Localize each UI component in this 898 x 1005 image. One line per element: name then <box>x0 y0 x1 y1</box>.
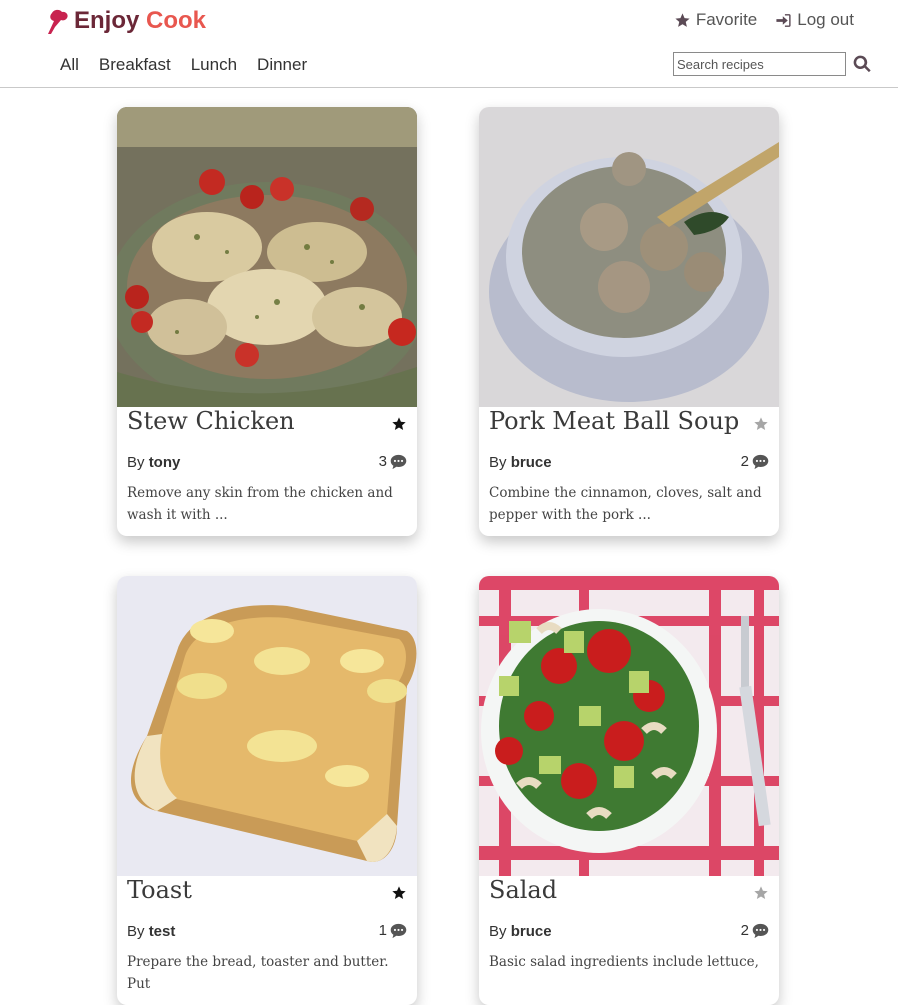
by-label: By <box>489 454 507 471</box>
recipe-image <box>117 107 417 407</box>
search-form <box>673 52 872 76</box>
star-icon-outline <box>754 417 768 430</box>
favorite-star-button[interactable] <box>391 416 407 432</box>
favorite-link[interactable]: Favorite <box>674 10 757 30</box>
comment-count-value: 1 <box>378 922 387 939</box>
brand-name-part2: Cook <box>146 7 207 34</box>
author-name[interactable]: tony <box>149 454 181 471</box>
comment-icon <box>390 923 407 938</box>
brand-name-part1: Enjoy <box>74 7 140 34</box>
category-nav: All Breakfast Lunch Dinner <box>60 55 307 75</box>
logout-label: Log out <box>797 10 854 29</box>
comment-count[interactable]: 1 <box>379 922 407 939</box>
nav-item-breakfast[interactable]: Breakfast <box>99 55 171 75</box>
recipe-image <box>117 576 417 876</box>
recipe-card[interactable]: Salad By bruce 2 Basic salad ingredients… <box>479 576 779 1005</box>
comment-count[interactable]: 2 <box>741 922 769 939</box>
chef-hat-logo-icon <box>48 9 68 34</box>
site-header: Enjoy Cook Favorite Log out All Breakfas… <box>0 0 898 88</box>
comment-count-value: 3 <box>378 453 387 470</box>
recipe-title[interactable]: Stew Chicken <box>127 407 295 435</box>
recipe-description: Basic salad ingredients include lettuce, <box>489 954 759 970</box>
author-name[interactable]: bruce <box>511 923 552 940</box>
recipe-card[interactable]: Stew Chicken By tony 3 Remove any skin f… <box>117 107 417 536</box>
comment-count-value: 2 <box>740 922 749 939</box>
recipe-title[interactable]: Toast <box>127 876 192 904</box>
star-icon <box>675 12 690 27</box>
favorite-label: Favorite <box>695 10 758 29</box>
recipe-title[interactable]: Salad <box>489 876 557 904</box>
favorite-star-button[interactable] <box>391 885 407 901</box>
recipe-description: Remove any skin from the chicken and was… <box>127 485 393 523</box>
recipe-description: Combine the cinnamon, cloves, salt and p… <box>489 485 762 523</box>
comment-count[interactable]: 2 <box>741 453 769 470</box>
recipe-description: Prepare the bread, toaster and butter. P… <box>127 954 389 992</box>
by-label: By <box>127 454 145 471</box>
recipe-author: By tony <box>127 454 180 471</box>
recipe-image <box>479 107 779 407</box>
comment-icon <box>390 454 407 469</box>
recipe-card[interactable]: Toast By test 1 Prepare the bread, toast… <box>117 576 417 1005</box>
recipe-card[interactable]: Pork Meat Ball Soup By bruce 2 Combine t… <box>479 107 779 536</box>
sign-out-icon <box>776 13 791 27</box>
comment-icon <box>752 923 769 938</box>
recipe-author: By bruce <box>489 923 552 940</box>
nav-item-all[interactable]: All <box>60 55 79 75</box>
comment-icon <box>752 454 769 469</box>
nav-item-dinner[interactable]: Dinner <box>257 55 307 75</box>
by-label: By <box>127 923 145 940</box>
author-name[interactable]: bruce <box>511 454 552 471</box>
search-button[interactable] <box>852 54 872 74</box>
top-actions: Favorite Log out <box>674 10 854 30</box>
favorite-star-button[interactable] <box>753 885 769 901</box>
comment-count[interactable]: 3 <box>379 453 407 470</box>
star-icon-filled <box>392 417 406 430</box>
search-icon <box>853 55 871 73</box>
author-name[interactable]: test <box>149 923 176 940</box>
star-icon-filled <box>392 886 406 899</box>
by-label: By <box>489 923 507 940</box>
recipe-author: By test <box>127 923 175 940</box>
nav-item-lunch[interactable]: Lunch <box>191 55 237 75</box>
logout-link[interactable]: Log out <box>775 10 854 30</box>
brand-logo-link[interactable]: Enjoy Cook <box>42 6 206 36</box>
comment-count-value: 2 <box>740 453 749 470</box>
search-input[interactable] <box>673 52 846 76</box>
recipe-author: By bruce <box>489 454 552 471</box>
favorite-star-button[interactable] <box>753 416 769 432</box>
recipe-title[interactable]: Pork Meat Ball Soup <box>489 407 739 435</box>
star-icon-outline <box>754 886 768 899</box>
recipe-image <box>479 576 779 876</box>
